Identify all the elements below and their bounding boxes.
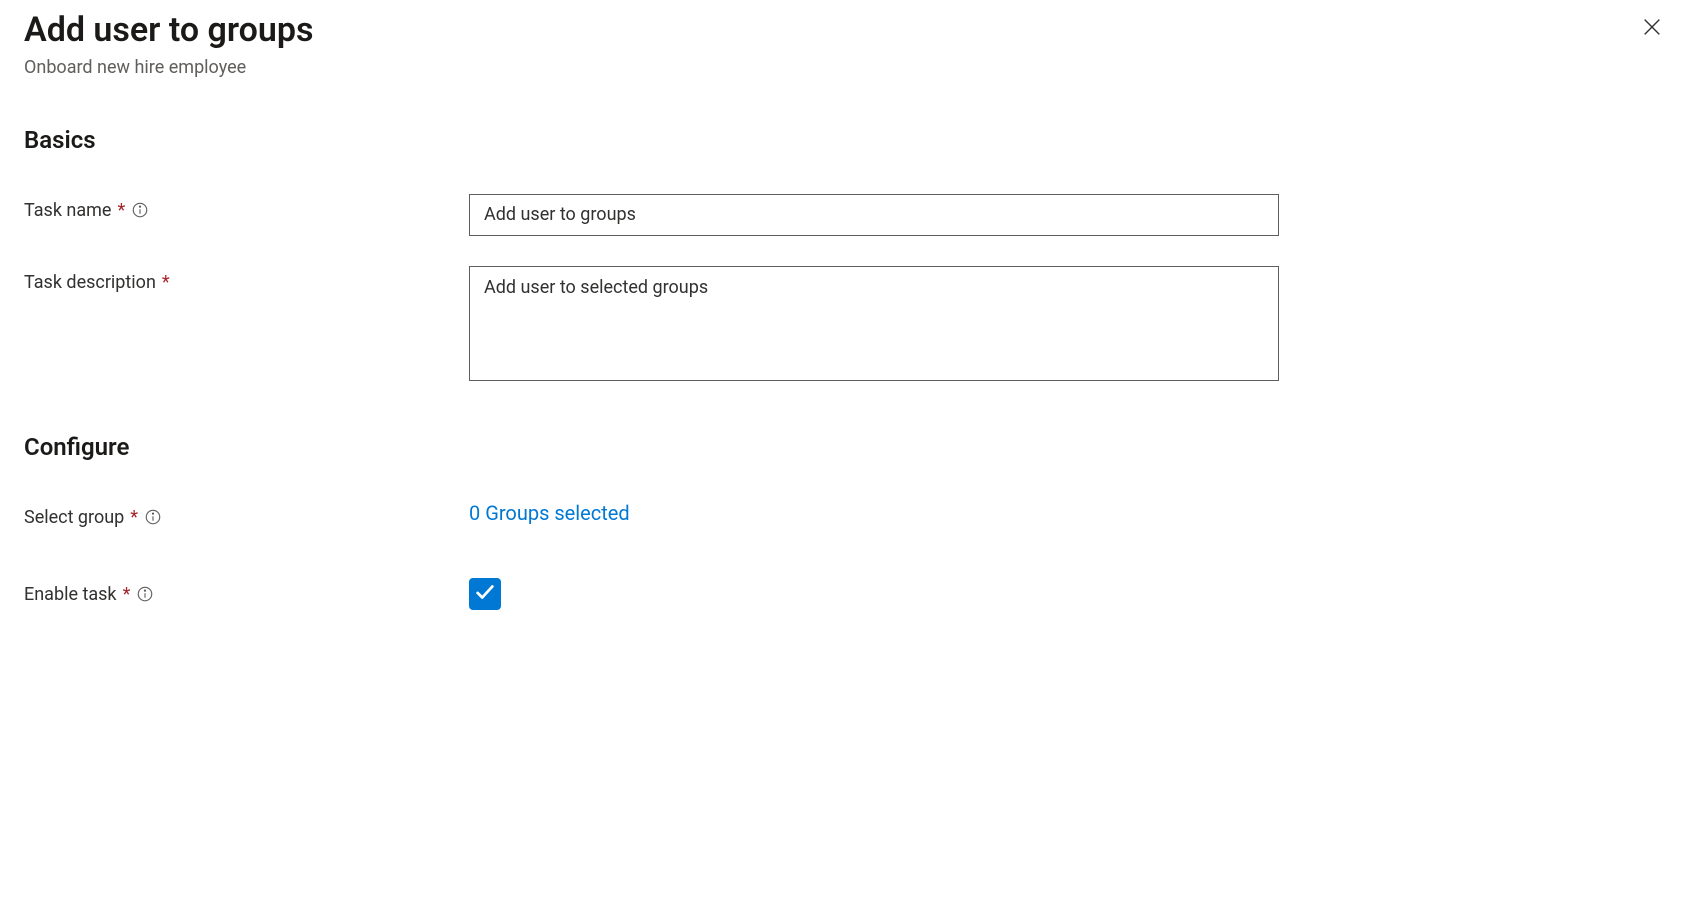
checkmark-icon	[474, 581, 496, 607]
close-icon	[1641, 16, 1663, 41]
basics-heading: Basics	[24, 126, 1669, 154]
task-description-input[interactable]	[469, 266, 1279, 381]
info-icon[interactable]	[131, 201, 149, 219]
enable-task-checkbox[interactable]	[469, 578, 501, 610]
required-indicator: *	[130, 507, 138, 528]
select-group-label: Select group	[24, 507, 124, 528]
configure-heading: Configure	[24, 433, 1669, 461]
task-name-input[interactable]	[469, 194, 1279, 236]
enable-task-label: Enable task	[24, 584, 117, 605]
close-button[interactable]	[1635, 10, 1669, 47]
select-group-link[interactable]: 0 Groups selected	[469, 501, 630, 525]
page-title: Add user to groups	[24, 10, 314, 51]
required-indicator: *	[123, 584, 131, 605]
required-indicator: *	[162, 272, 170, 293]
task-name-label: Task name	[24, 200, 111, 221]
required-indicator: *	[117, 200, 125, 221]
info-icon[interactable]	[136, 585, 154, 603]
page-subtitle: Onboard new hire employee	[24, 57, 314, 78]
info-icon[interactable]	[144, 508, 162, 526]
task-description-label: Task description	[24, 272, 156, 293]
